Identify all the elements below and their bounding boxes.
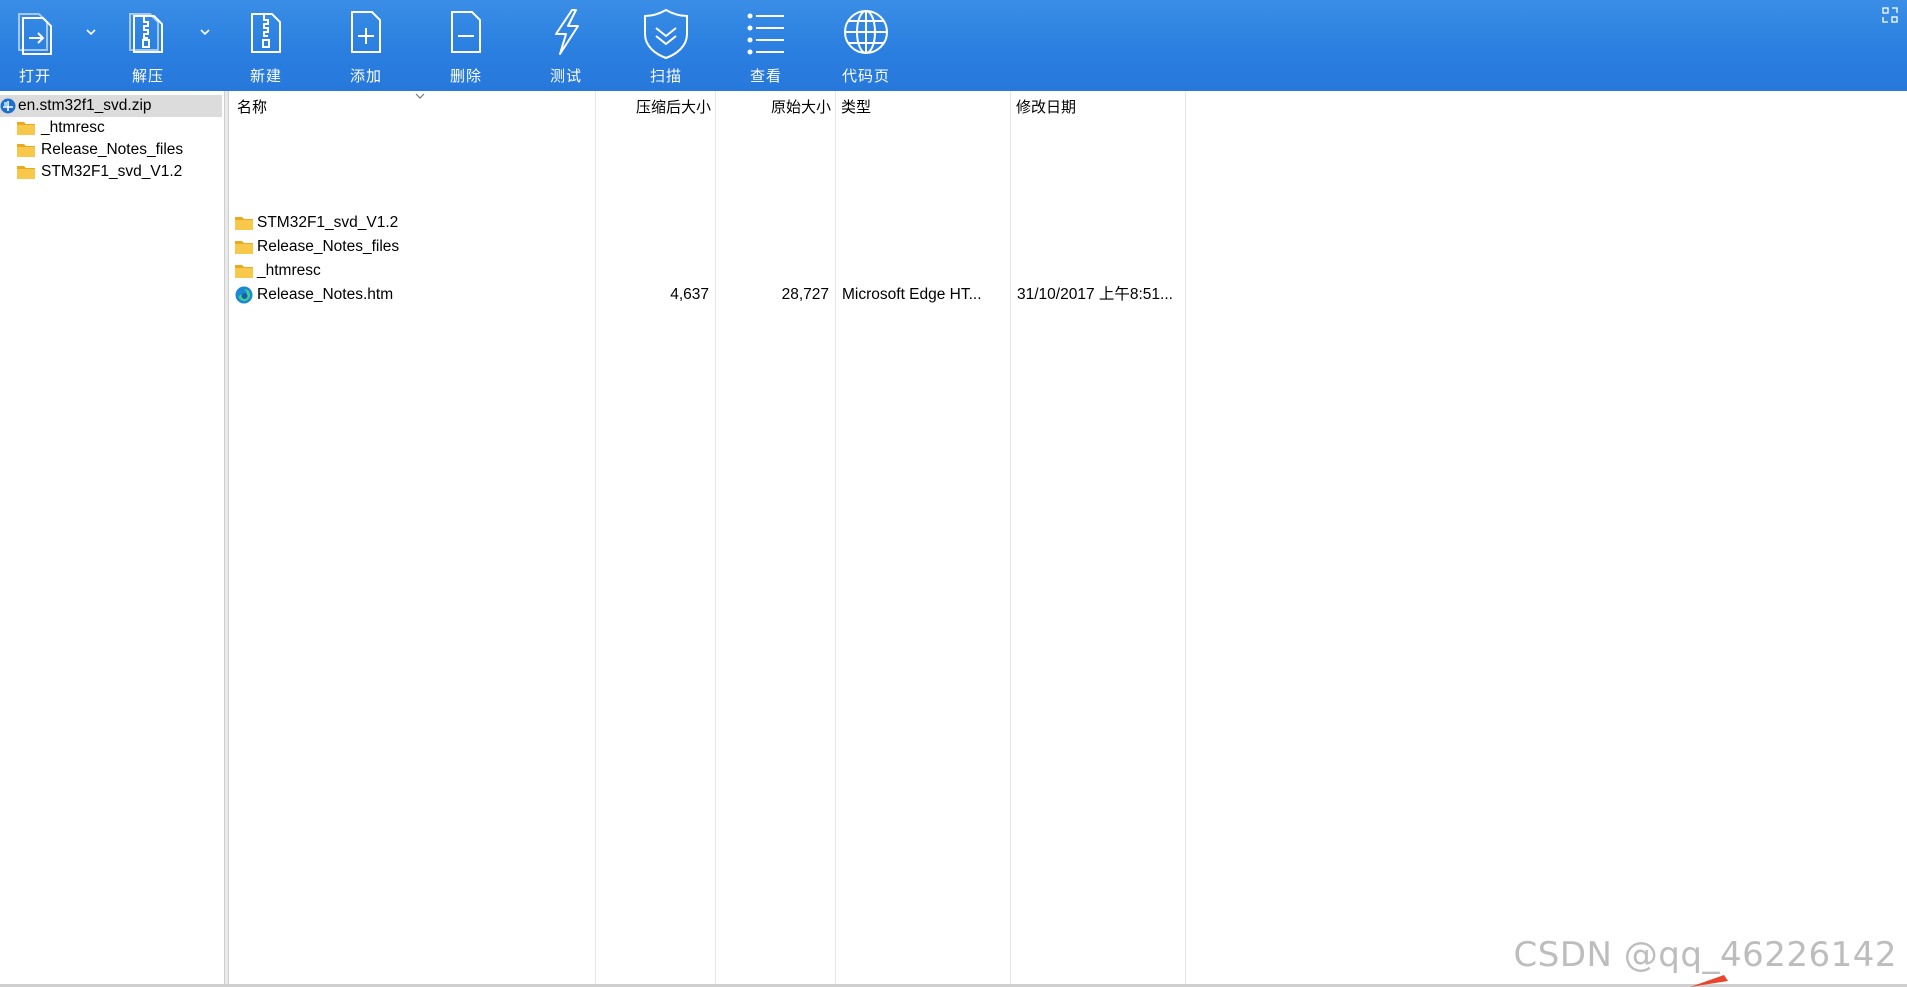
- column-header-modified-label: 修改日期: [1016, 98, 1077, 116]
- folder-tree: en.stm32f1_svd.zip _htmresc Release_Note…: [0, 91, 225, 984]
- delete-button[interactable]: 删除: [421, 0, 511, 91]
- new-button[interactable]: 新建: [221, 0, 311, 91]
- file-modified: 31/10/2017 上午8:51...: [1017, 286, 1173, 303]
- file-list: 名称 压缩后大小 原始大小 类型 修改日期 STM32F1_svd_V1.2 R…: [229, 91, 1907, 984]
- folder-icon: [17, 144, 35, 157]
- zip-extract-icon: [129, 13, 163, 53]
- file-type: Microsoft Edge HT...: [842, 286, 982, 303]
- chevron-down-icon: [200, 29, 210, 36]
- file-row[interactable]: _htmresc: [229, 259, 1189, 283]
- file-name-cell: Release_Notes_files: [229, 235, 591, 259]
- extract-button[interactable]: 解压: [103, 0, 193, 91]
- codepage-label: 代码页: [841, 67, 890, 85]
- scan-label: 扫描: [649, 67, 682, 85]
- new-label: 新建: [249, 67, 282, 85]
- edge-icon: [235, 286, 253, 304]
- globe-icon: [844, 10, 888, 54]
- folder-icon: [235, 265, 253, 278]
- column-header-name-label: 名称: [237, 98, 268, 116]
- watermark-text: CSDN @qq_46226142: [1513, 935, 1897, 975]
- file-name: Release_Notes_files: [257, 238, 400, 255]
- tree-root-archive[interactable]: en.stm32f1_svd.zip: [0, 95, 222, 117]
- column-header-size-label: 原始大小: [770, 98, 831, 116]
- open-button[interactable]: 打开: [0, 0, 80, 91]
- file-row[interactable]: Release_Notes.htm 4,637 28,727 Microsoft…: [229, 283, 1189, 307]
- column-header-packed-label: 压缩后大小: [635, 98, 711, 116]
- file-row[interactable]: STM32F1_svd_V1.2: [229, 211, 1189, 235]
- tree-root-label: en.stm32f1_svd.zip: [18, 97, 152, 114]
- toolbar: 打开 解压 新建 添加 删除 测试 扫描 查看 代码页: [0, 0, 1907, 91]
- archive-icon: [0, 98, 16, 114]
- delete-file-icon: [451, 11, 481, 53]
- open-dropdown[interactable]: [82, 20, 100, 44]
- extract-label: 解压: [131, 67, 164, 85]
- shield-icon: [644, 8, 688, 60]
- folder-icon: [235, 217, 253, 230]
- folder-icon: [17, 122, 35, 135]
- file-name-cell: Release_Notes.htm: [229, 283, 591, 307]
- tree-item-label: STM32F1_svd_V1.2: [41, 163, 183, 180]
- column-header-packed[interactable]: 压缩后大小: [595, 91, 711, 123]
- file-name-cell: STM32F1_svd_V1.2: [229, 211, 591, 235]
- test-label: 测试: [549, 67, 582, 85]
- view-button[interactable]: 查看: [721, 0, 811, 91]
- column-header-type-label: 类型: [841, 98, 872, 116]
- column-header-name[interactable]: 名称: [237, 91, 587, 123]
- file-name: _htmresc: [257, 262, 321, 279]
- add-file-icon: [351, 11, 381, 53]
- file-name-cell: _htmresc: [229, 259, 591, 283]
- column-header-size[interactable]: 原始大小: [715, 91, 831, 123]
- open-label: 打开: [18, 67, 51, 85]
- layout-toggle-button[interactable]: [1881, 6, 1899, 24]
- folder-icon: [17, 166, 35, 179]
- red-arrow-icon: [1690, 975, 1728, 987]
- lightning-icon: [555, 9, 579, 55]
- add-label: 添加: [349, 67, 382, 85]
- folder-icon: [235, 241, 253, 254]
- delete-label: 删除: [449, 67, 482, 85]
- tree-item-label: Release_Notes_files: [41, 141, 184, 158]
- column-header-type[interactable]: 类型: [841, 91, 1001, 123]
- scan-button[interactable]: 扫描: [621, 0, 711, 91]
- codepage-button[interactable]: 代码页: [821, 0, 911, 91]
- list-view-icon: [747, 13, 784, 55]
- tree-item-label: _htmresc: [41, 119, 105, 136]
- grid-layout-icon: [1882, 7, 1898, 23]
- extract-dropdown[interactable]: [196, 20, 214, 44]
- file-name: Release_Notes.htm: [257, 286, 394, 303]
- file-row[interactable]: Release_Notes_files: [229, 235, 1189, 259]
- open-icon: [18, 13, 52, 55]
- file-size: 28,727: [781, 286, 829, 303]
- file-name: STM32F1_svd_V1.2: [257, 214, 399, 231]
- new-archive-icon: [251, 13, 281, 53]
- file-packed-size: 4,637: [670, 286, 709, 303]
- chevron-down-icon: [86, 29, 96, 36]
- view-label: 查看: [749, 67, 782, 85]
- test-button[interactable]: 测试: [521, 0, 611, 91]
- add-button[interactable]: 添加: [321, 0, 411, 91]
- sort-descending-icon: [415, 93, 425, 99]
- column-header-modified[interactable]: 修改日期: [1016, 91, 1176, 123]
